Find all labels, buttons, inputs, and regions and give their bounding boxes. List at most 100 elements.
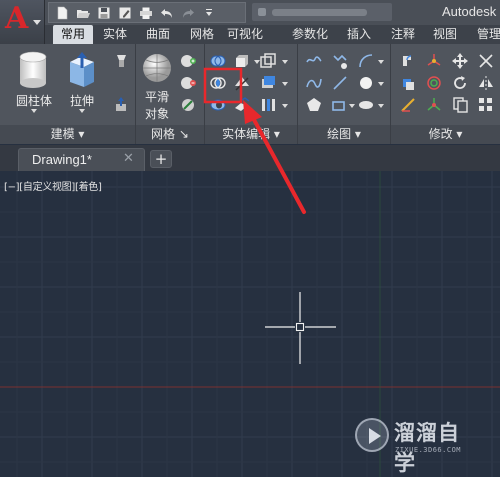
workspace-name-blurred bbox=[272, 9, 367, 16]
3d-rotate-icon[interactable] bbox=[425, 74, 443, 92]
subtract-icon[interactable] bbox=[209, 96, 227, 114]
copy-icon[interactable] bbox=[451, 96, 469, 114]
quick-access-toolbar bbox=[48, 2, 246, 23]
cylinder-button[interactable] bbox=[16, 50, 50, 90]
chevron-down-icon[interactable] bbox=[378, 82, 384, 86]
tab-surface[interactable]: 曲面 bbox=[139, 25, 177, 44]
tab-mesh[interactable]: 网格 bbox=[184, 25, 220, 44]
3d-move-icon[interactable] bbox=[399, 74, 417, 92]
undo-icon[interactable] bbox=[158, 5, 176, 21]
dropdown-icon[interactable] bbox=[200, 5, 218, 21]
new-tab-button[interactable]: + bbox=[150, 150, 172, 168]
tab-solid[interactable]: 实体 bbox=[97, 25, 133, 44]
redo-icon[interactable] bbox=[179, 5, 197, 21]
modify-panel-title[interactable]: 修改 ▾ bbox=[391, 125, 500, 144]
tab-parametric[interactable]: 参数化 bbox=[285, 25, 335, 44]
watermark-url: ZIXUE.3D66.COM bbox=[395, 446, 462, 454]
fillet-edge-icon[interactable] bbox=[399, 52, 417, 70]
mesh-smooth-less-icon[interactable] bbox=[179, 74, 197, 92]
separate-icon[interactable] bbox=[233, 96, 251, 114]
extract-edges-icon[interactable] bbox=[233, 52, 251, 70]
line-icon[interactable] bbox=[331, 74, 349, 92]
save-icon[interactable] bbox=[95, 5, 113, 21]
draw-panel-title[interactable]: 绘图 ▾ bbox=[298, 125, 390, 144]
helix-icon[interactable] bbox=[331, 52, 349, 70]
app-title: Autodesk bbox=[442, 4, 497, 19]
modeling-panel-title-text: 建模 bbox=[50, 127, 75, 141]
chevron-down-icon[interactable] bbox=[79, 109, 85, 113]
application-menu-button[interactable]: A bbox=[0, 0, 45, 44]
tab-manage[interactable]: 管理 bbox=[473, 25, 500, 44]
circle-icon[interactable] bbox=[357, 74, 375, 92]
rectangle-icon[interactable] bbox=[331, 96, 349, 114]
tab-home[interactable]: 常用 bbox=[53, 25, 93, 44]
chevron-down-icon[interactable] bbox=[378, 60, 384, 64]
chevron-down-icon[interactable] bbox=[31, 109, 37, 113]
tab-insert[interactable]: 插入 bbox=[343, 25, 375, 44]
chevron-down-icon[interactable] bbox=[282, 82, 288, 86]
polygon-icon[interactable] bbox=[305, 96, 323, 114]
extrude-button[interactable] bbox=[65, 50, 99, 90]
union-icon[interactable] bbox=[209, 52, 227, 70]
autocad-logo-icon: A bbox=[5, 1, 29, 36]
viewport-controls[interactable]: [−][自定义视图][着色] bbox=[4, 178, 102, 193]
slice-icon[interactable] bbox=[233, 74, 251, 92]
extrude-icon bbox=[70, 52, 94, 87]
array-icon[interactable] bbox=[477, 96, 495, 114]
polysolid-icon[interactable] bbox=[112, 52, 130, 70]
modeling-panel-title[interactable]: 建模 ▾ bbox=[0, 125, 135, 144]
arc-icon[interactable] bbox=[357, 52, 375, 70]
tab-visualize[interactable]: 可视化 bbox=[220, 25, 270, 44]
new-file-icon[interactable] bbox=[53, 5, 71, 21]
tab-drawing1[interactable]: Drawing1* ✕ bbox=[18, 148, 145, 171]
chevron-down-icon[interactable] bbox=[349, 104, 355, 108]
trim-icon[interactable] bbox=[477, 52, 495, 70]
rotate-icon[interactable] bbox=[451, 74, 469, 92]
ribbon-tab-bar: 常用 实体 曲面 网格 可视化 参数化 插入 注释 视图 管理 bbox=[45, 25, 500, 44]
extrude-label: 拉伸 bbox=[69, 94, 94, 108]
mesh-smooth-more-icon[interactable] bbox=[179, 52, 197, 70]
check-icon[interactable] bbox=[259, 74, 277, 92]
print-icon[interactable] bbox=[137, 5, 155, 21]
draw-panel-title-text: 绘图 bbox=[327, 127, 352, 141]
workspace-icon bbox=[258, 8, 266, 16]
chevron-down-icon[interactable] bbox=[282, 60, 288, 64]
tab-view[interactable]: 视图 bbox=[429, 25, 461, 44]
offset-edges-icon[interactable] bbox=[259, 96, 277, 114]
mirror-icon[interactable] bbox=[477, 74, 495, 92]
smooth-object-label-line2: 对象 bbox=[144, 107, 169, 121]
mesh-refine-icon[interactable] bbox=[179, 96, 197, 114]
3d-scale-icon[interactable] bbox=[425, 96, 443, 114]
title-bar: Autodesk bbox=[0, 0, 500, 25]
presspull-icon[interactable] bbox=[112, 96, 130, 114]
cylinder-icon bbox=[19, 51, 47, 88]
move-icon[interactable] bbox=[451, 52, 469, 70]
ellipse-icon[interactable] bbox=[357, 96, 375, 114]
ribbon: 圆柱体 拉伸 建模 ▾ 平滑 对象 网格 ↘ 实体编辑 ▾ 绘图 ▾ 修改 ▾ bbox=[0, 44, 500, 144]
solid-editing-panel-title-text: 实体编辑 bbox=[222, 127, 271, 141]
chevron-down-icon[interactable] bbox=[378, 104, 384, 108]
mesh-sphere-icon bbox=[143, 54, 171, 82]
save-as-icon[interactable] bbox=[116, 5, 134, 21]
close-icon[interactable]: ✕ bbox=[123, 151, 134, 166]
mesh-panel-title[interactable]: 网格 ↘ bbox=[136, 125, 204, 144]
modify-panel-title-text: 修改 bbox=[428, 127, 453, 141]
smooth-object-label-line1: 平滑 bbox=[144, 90, 169, 104]
3d-gizmo-icon[interactable] bbox=[425, 52, 443, 70]
solid-editing-panel-title[interactable]: 实体编辑 ▾ bbox=[205, 125, 297, 144]
open-folder-icon[interactable] bbox=[74, 5, 92, 21]
spline-icon[interactable] bbox=[305, 74, 323, 92]
play-logo-icon bbox=[355, 418, 389, 452]
tab-annotate[interactable]: 注释 bbox=[387, 25, 419, 44]
watermark: 溜溜自学 ZIXUE.3D66.COM bbox=[352, 411, 470, 475]
shell-icon[interactable] bbox=[259, 52, 277, 70]
workspace-selector[interactable] bbox=[252, 3, 392, 21]
document-tab-label: Drawing1* bbox=[32, 152, 92, 167]
chevron-down-icon bbox=[33, 20, 41, 25]
chevron-down-icon[interactable] bbox=[282, 104, 288, 108]
smooth-object-button[interactable] bbox=[141, 52, 173, 84]
cylinder-label: 圆柱体 bbox=[15, 94, 52, 108]
intersect-icon[interactable] bbox=[209, 74, 227, 92]
align-icon[interactable] bbox=[399, 96, 417, 114]
polyline-icon[interactable] bbox=[305, 52, 323, 70]
